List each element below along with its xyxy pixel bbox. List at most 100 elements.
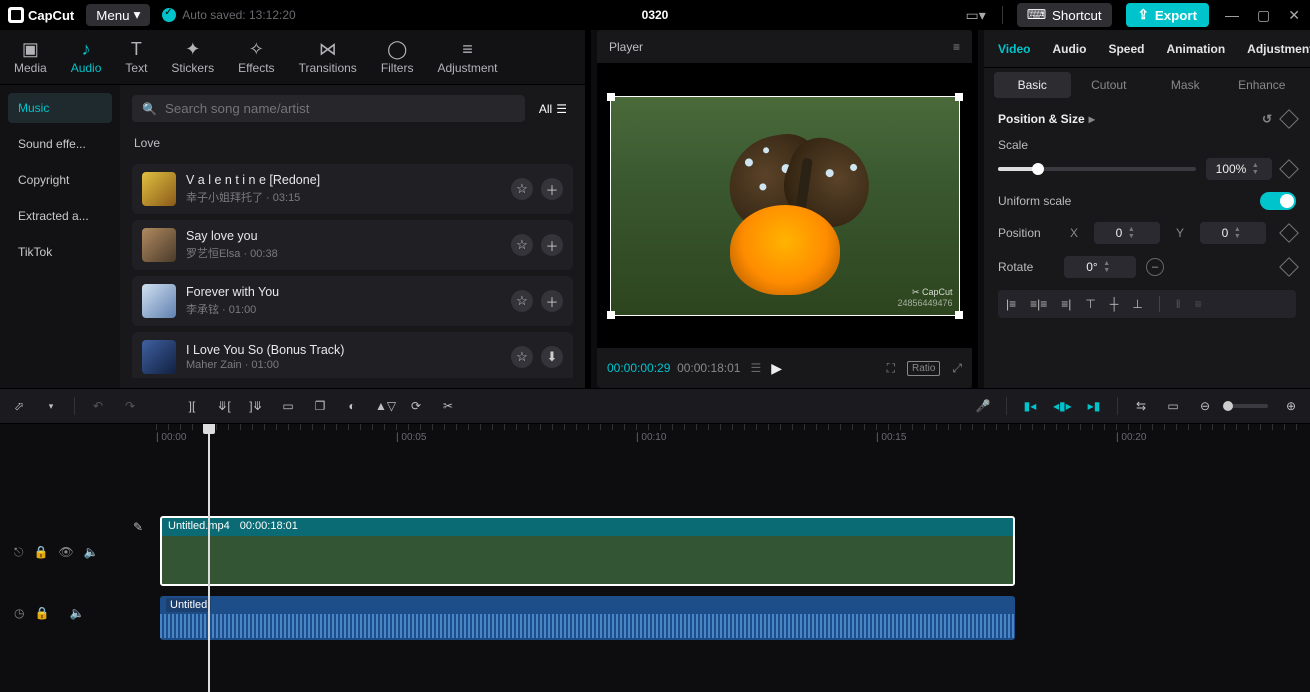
mute-icon[interactable]: 🔈 [69,606,84,620]
song-download-button[interactable]: ⬇ [541,346,563,368]
top-tab-effects[interactable]: ✧Effects [238,39,274,75]
song-fav-button[interactable]: ☆ [511,346,533,368]
player-menu-icon[interactable]: ≡ [953,40,960,54]
top-tab-transitions[interactable]: ⋈Transitions [299,39,357,75]
lock-icon[interactable]: 🔒 [34,545,49,559]
scale-value-box[interactable]: 100% ▲▼ [1206,158,1272,180]
scale-slider[interactable] [998,167,1196,171]
song-fav-button[interactable]: ☆ [511,290,533,312]
song-fav-button[interactable]: ☆ [511,178,533,200]
undo-icon[interactable]: ↺ [1262,112,1272,126]
mirror-icon[interactable]: ▲▽ [375,399,393,413]
shortcut-button[interactable]: ⌨ Shortcut [1017,3,1112,27]
sidebar-item-extracted-a-[interactable]: Extracted a... [8,201,112,231]
layout-button[interactable]: ▭▾ [963,7,987,24]
song-add-button[interactable]: ＋ [541,178,563,200]
magnet-center-icon[interactable]: ◂▮▸ [1053,399,1071,413]
snap-icon[interactable]: ⇆ [1132,399,1150,413]
zoom-out-icon[interactable]: ⊖ [1196,399,1214,413]
video-clip[interactable]: Untitled.mp4 00:00:18:01 [160,516,1015,586]
tool-dropdown-icon[interactable]: ▾ [42,401,60,412]
inspector-subtab-cutout[interactable]: Cutout [1071,72,1148,98]
zoom-slider[interactable] [1228,404,1268,408]
inspector-tab-audio[interactable]: Audio [1052,42,1086,56]
inspector-tab-video[interactable]: Video [998,42,1030,56]
rotate-box[interactable]: 0° ▲▼ [1064,256,1136,278]
frame-crop-icon[interactable]: ✂ [439,399,457,413]
sidebar-item-music[interactable]: Music [8,93,112,123]
align-center-h-icon[interactable]: ≡|≡ [1030,297,1047,311]
align-right-icon[interactable]: ≡| [1061,297,1071,311]
song-add-button[interactable]: ＋ [541,234,563,256]
inspector-subtab-enhance[interactable]: Enhance [1224,72,1301,98]
resize-handle-tl[interactable] [607,93,615,101]
filter-all-button[interactable]: All ☰ [533,98,573,120]
sidebar-item-sound-effe-[interactable]: Sound effe... [8,129,112,159]
pencil-icon[interactable]: ✎ [133,520,143,534]
pos-y-box[interactable]: 0 ▲▼ [1200,222,1266,244]
selection-tool-icon[interactable]: ⬀ [10,399,28,413]
preview-frame[interactable]: ✂ CapCut 24856449476 [610,96,960,316]
play-button[interactable]: ▶ [771,360,782,377]
ratio-button[interactable]: Ratio [907,361,940,376]
position-keyframe[interactable] [1279,223,1299,243]
reverse-icon[interactable]: ◐ [343,399,361,413]
align-bottom-icon[interactable]: ⊥ [1132,297,1142,311]
crop-icon[interactable]: ▭ [279,399,297,413]
magnet-right-icon[interactable]: ▸▮ [1085,399,1103,413]
mic-icon[interactable]: 🎤 [974,399,992,413]
undo-icon[interactable]: ↶ [89,399,107,413]
link-icon[interactable]: ⎋ [14,545,24,560]
export-button[interactable]: ⇪ Export [1126,3,1209,27]
mute-icon[interactable]: 🔈 [84,545,99,559]
keyframe-icon[interactable] [1279,109,1299,129]
uniform-scale-toggle[interactable] [1260,192,1296,210]
song-row[interactable]: Forever with You李承铉 · 01:00☆＋ [132,276,573,326]
distribute-v-icon[interactable]: ≡ [1195,297,1202,311]
search-box[interactable]: 🔍 [132,95,525,122]
list-icon[interactable]: ☰ [750,361,761,375]
align-left-icon[interactable]: |≡ [1006,297,1016,311]
inspector-subtab-basic[interactable]: Basic [994,72,1071,98]
top-tab-adjustment[interactable]: ≡Adjustment [437,39,497,75]
window-minimize[interactable]: — [1223,7,1241,23]
top-tab-media[interactable]: ▣Media [14,39,47,75]
preview-icon[interactable]: ▭ [1164,399,1182,413]
song-add-button[interactable]: ＋ [541,290,563,312]
eye-icon[interactable]: 👁 [58,545,73,559]
inspector-tab-adjustment[interactable]: Adjustment [1247,42,1310,56]
song-row[interactable]: Say love you罗艺恒Elsa · 00:38☆＋ [132,220,573,270]
split-icon[interactable]: ][ [183,399,201,413]
zoom-in-icon[interactable]: ⊕ [1282,399,1300,413]
menu-button[interactable]: Menu ▾ [86,4,150,26]
window-maximize[interactable]: ▢ [1255,7,1272,24]
inspector-subtab-mask[interactable]: Mask [1147,72,1224,98]
search-input[interactable] [165,101,515,116]
song-fav-button[interactable]: ☆ [511,234,533,256]
song-row[interactable]: V a l e n t i n e [Redone]幸子小姐拜托了 · 03:1… [132,164,573,214]
audio-clip[interactable]: Untitled [160,596,1015,640]
resize-handle-bl[interactable] [607,311,615,319]
sidebar-item-copyright[interactable]: Copyright [8,165,112,195]
align-center-v-icon[interactable]: ┼ [1110,297,1119,311]
resize-handle-br[interactable] [955,311,963,319]
magnet-left-icon[interactable]: ▮◂ [1021,399,1039,413]
top-tab-text[interactable]: TText [125,39,147,75]
top-tab-stickers[interactable]: ✦Stickers [171,39,214,75]
inspector-tab-speed[interactable]: Speed [1108,42,1144,56]
redo-icon[interactable]: ↷ [121,399,139,413]
sidebar-item-tiktok[interactable]: TikTok [8,237,112,267]
rotate-icon[interactable]: ⟳ [407,399,425,413]
distribute-h-icon[interactable]: ‖ [1176,297,1181,311]
fullscreen-icon[interactable]: ⤢ [952,361,962,376]
trim-left-icon[interactable]: ⤋[ [215,399,233,413]
resize-handle-tr[interactable] [955,93,963,101]
rotate-dial[interactable]: – [1146,258,1164,276]
clock-icon[interactable]: ◷ [14,606,24,620]
top-tab-audio[interactable]: ♪Audio [71,39,102,75]
inspector-tab-animation[interactable]: Animation [1166,42,1225,56]
playhead[interactable] [208,424,210,692]
copies-icon[interactable]: ❐ [311,399,329,413]
scale-keyframe[interactable] [1279,159,1299,179]
window-close[interactable]: ✕ [1286,7,1302,24]
